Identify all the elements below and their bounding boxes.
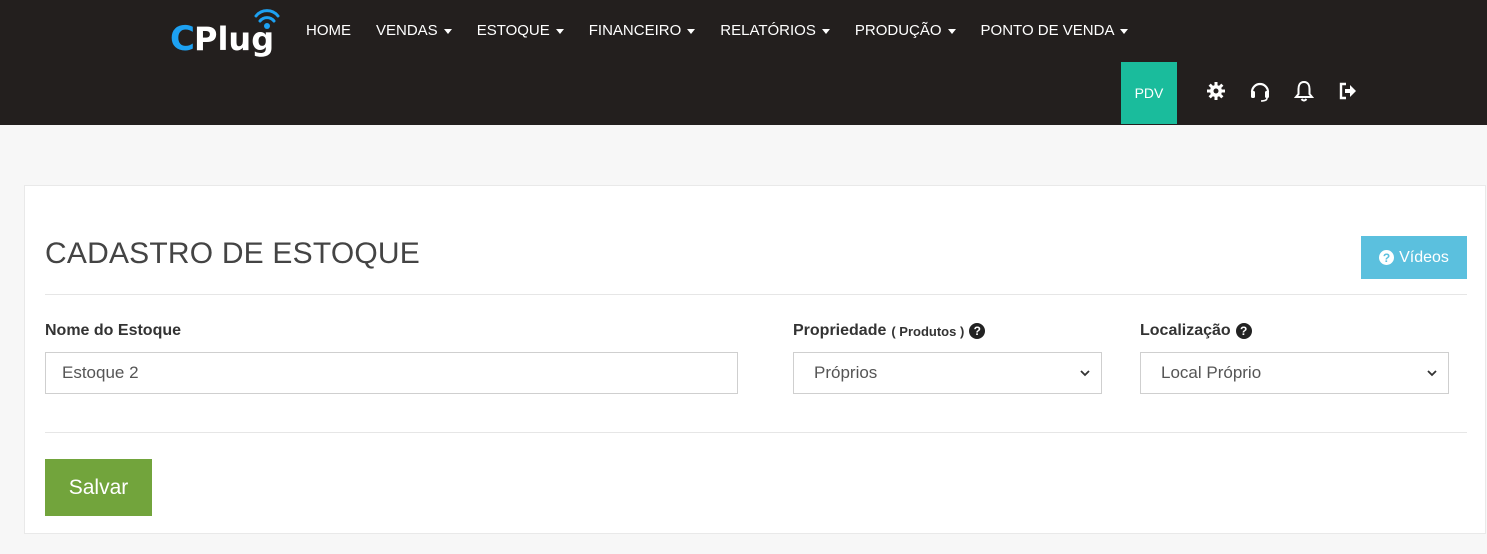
caret-down-icon — [687, 28, 696, 34]
videos-button[interactable]: ? Vídeos — [1361, 236, 1467, 279]
propriedade-select[interactable]: Próprios — [793, 352, 1102, 394]
main-nav: HOME VENDAS ESTOQUE FINANCEIRO RELATÓRIO… — [306, 20, 1153, 42]
divider — [45, 294, 1467, 295]
pdv-button[interactable]: PDV — [1121, 62, 1177, 124]
question-circle-icon[interactable]: ? — [1235, 323, 1252, 339]
cplug-logo[interactable]: C Plug — [170, 2, 285, 58]
nav-producao[interactable]: PRODUÇÃO — [855, 20, 956, 42]
svg-text:Plug: Plug — [194, 20, 274, 58]
nav-estoque[interactable]: ESTOQUE — [477, 20, 564, 42]
chevron-down-icon — [1080, 370, 1090, 377]
propriedade-label: Propriedade ( Produtos ) ? — [793, 322, 986, 340]
caret-down-icon — [947, 28, 956, 34]
stock-form-panel: CADASTRO DE ESTOQUE ? Vídeos Nome do Est… — [24, 185, 1486, 534]
nome-estoque-input[interactable] — [45, 352, 738, 394]
save-button[interactable]: Salvar — [45, 459, 152, 516]
nav-relatorios[interactable]: RELATÓRIOS — [720, 20, 830, 42]
localizacao-label: Localização ? — [1140, 322, 1252, 340]
videos-label: Vídeos — [1399, 248, 1449, 266]
propriedade-selected: Próprios — [814, 363, 878, 382]
page-title: CADASTRO DE ESTOQUE — [45, 237, 420, 270]
svg-text:C: C — [170, 19, 195, 58]
nav-home[interactable]: HOME — [306, 20, 351, 42]
caret-down-icon — [821, 28, 830, 34]
bell-icon[interactable] — [1293, 80, 1315, 102]
nav-financeiro[interactable]: FINANCEIRO — [589, 20, 696, 42]
gear-icon[interactable] — [1205, 80, 1227, 102]
nome-estoque-label: Nome do Estoque — [45, 322, 182, 339]
divider — [45, 432, 1467, 433]
headset-icon[interactable] — [1249, 80, 1271, 102]
top-navbar: C Plug HOME VENDAS ESTOQUE FINANCEIRO RE… — [0, 0, 1487, 125]
propriedade-hint: ( Produtos ) — [891, 323, 965, 339]
logout-icon[interactable] — [1337, 80, 1359, 102]
caret-down-icon — [1120, 28, 1129, 34]
localizacao-select[interactable]: Local Próprio — [1140, 352, 1449, 394]
localizacao-selected: Local Próprio — [1161, 363, 1262, 382]
question-circle-icon: ? — [1379, 250, 1395, 265]
chevron-down-icon — [1427, 370, 1437, 377]
nav-ponto-de-venda[interactable]: PONTO DE VENDA — [981, 20, 1129, 42]
caret-down-icon — [555, 28, 564, 34]
nav-vendas[interactable]: VENDAS — [376, 20, 452, 42]
question-circle-icon[interactable]: ? — [969, 323, 986, 339]
caret-down-icon — [443, 28, 452, 34]
